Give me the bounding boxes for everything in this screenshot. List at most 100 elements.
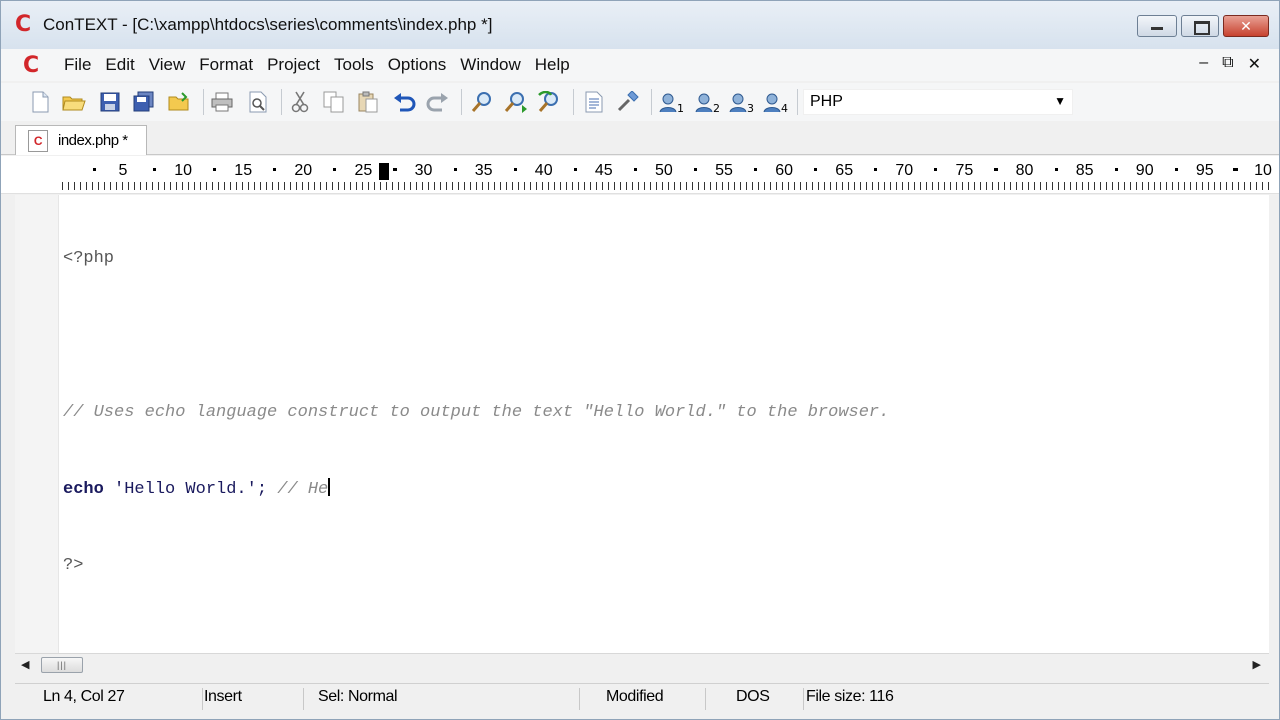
code-text[interactable]: <?php // Uses echo language construct to… (63, 195, 889, 630)
save-all-icon[interactable] (131, 89, 157, 115)
scrollbar-thumb[interactable]: ||| (41, 657, 83, 673)
status-file-size: File size: 116 (806, 688, 894, 705)
ruler-numbers: 5 10 15 20 25 30 35 40 45 50 55 60 65 70 75 80 85 90 95 10 (1, 162, 1279, 180)
window-title: ConTEXT - [C:\xampp\htdocs\series\commen… (43, 15, 493, 34)
ruler-number: 80 (1015, 162, 1034, 179)
menu-file[interactable]: File (57, 55, 98, 75)
ruler-dot (1114, 168, 1118, 171)
code-comment: // Uses echo language construct to outpu… (63, 402, 890, 422)
print-icon[interactable] (209, 89, 235, 115)
ruler-number: 30 (414, 162, 433, 179)
ruler-number: 35 (474, 162, 493, 179)
tab-label: index.php * (58, 132, 128, 149)
settings-icon[interactable] (615, 89, 641, 115)
replace-icon[interactable] (537, 89, 563, 115)
ruler-dot (153, 168, 157, 171)
code-line-3: // Uses echo language construct to outpu… (63, 400, 889, 426)
tab-index-php[interactable]: C index.php * (15, 125, 147, 155)
ruler-number: 70 (895, 162, 914, 179)
code-editor[interactable]: <?php // Uses echo language construct to… (15, 195, 1269, 653)
menu-window[interactable]: Window (453, 55, 527, 75)
toolbar: 1 2 3 4 PHP ▼ (1, 83, 1279, 121)
copy-icon[interactable] (321, 89, 347, 115)
maximize-button[interactable] (1181, 15, 1219, 37)
code-keyword: echo (63, 479, 104, 499)
ruler-dot (453, 168, 457, 171)
menu-project[interactable]: Project (260, 55, 327, 75)
scroll-right-icon[interactable]: ▶ (1253, 658, 1261, 671)
menu-view[interactable]: View (142, 55, 193, 75)
scroll-left-icon[interactable]: ◀ (21, 658, 29, 671)
chevron-down-icon[interactable]: ▼ (1054, 94, 1066, 108)
ruler-dot (213, 168, 217, 171)
ruler-dot (1174, 168, 1178, 171)
highlighter-value: PHP (810, 93, 843, 110)
file-list-icon[interactable] (581, 89, 607, 115)
php-close-tag: ?> (63, 556, 84, 576)
document-restore-button[interactable]: ⧉ (1222, 54, 1233, 74)
ruler-ticks (62, 182, 1272, 190)
redo-icon[interactable] (425, 89, 451, 115)
highlighter-select[interactable]: PHP ▼ (803, 89, 1073, 115)
code-line-1: <?php (63, 246, 889, 272)
ruler-number: 5 (118, 162, 128, 179)
menu-tools[interactable]: Tools (327, 55, 381, 75)
menu-help[interactable]: Help (528, 55, 577, 75)
svg-text:4: 4 (781, 102, 788, 113)
user-command-3-icon[interactable]: 3 (729, 89, 757, 115)
file-icon: C (28, 130, 48, 152)
ruler-dot (814, 168, 818, 171)
ruler-number: 65 (835, 162, 854, 179)
php-open-tag: <?php (63, 249, 115, 269)
document-minimize-button[interactable]: – (1199, 54, 1208, 74)
menu-format[interactable]: Format (192, 55, 260, 75)
save-icon[interactable] (97, 89, 123, 115)
user-command-2-icon[interactable]: 2 (695, 89, 723, 115)
ruler-number: 10 (1254, 162, 1272, 179)
menu-options[interactable]: Options (381, 55, 454, 75)
ruler-dot (573, 168, 577, 171)
ruler-dot (934, 168, 938, 171)
ruler-number: 50 (654, 162, 673, 179)
menu-edit[interactable]: Edit (98, 55, 141, 75)
document-close-button[interactable]: ✕ (1248, 54, 1261, 74)
status-modified: Modified (606, 688, 706, 710)
ruler-dot (513, 168, 517, 171)
svg-text:2: 2 (713, 102, 720, 113)
ruler-number: 95 (1195, 162, 1214, 179)
ruler-dot (633, 168, 637, 171)
ruler-number: 55 (715, 162, 733, 179)
user-command-1-icon[interactable]: 1 (659, 89, 687, 115)
horizontal-scrollbar[interactable]: ◀ ||| ▶ (15, 653, 1269, 675)
undo-icon[interactable] (391, 89, 417, 115)
close-button[interactable] (1223, 15, 1269, 37)
app-window: C ConTEXT - [C:\xampp\htdocs\series\comm… (0, 0, 1280, 720)
ruler-number: 10 (174, 162, 192, 179)
find-next-icon[interactable] (503, 89, 529, 115)
cut-icon[interactable] (287, 89, 313, 115)
document-system-menu-icon[interactable]: C (23, 53, 39, 78)
editor-gutter (15, 195, 59, 653)
ruler-dot (874, 168, 878, 171)
ruler-cursor-marker (379, 163, 389, 180)
ruler-number: 90 (1135, 162, 1154, 179)
ruler-dot (393, 168, 397, 171)
ruler-dot (273, 168, 277, 171)
ruler-dot (1233, 168, 1236, 171)
ruler: 5 10 15 20 25 30 35 40 45 50 55 60 65 70 75 80 85 90 95 10 (1, 156, 1279, 194)
new-file-icon[interactable] (27, 89, 53, 115)
ruler-dot (333, 168, 337, 171)
ruler-number: 40 (534, 162, 553, 179)
status-line-endings: DOS (736, 688, 804, 710)
open-project-icon[interactable] (167, 89, 193, 115)
ruler-number: 25 (354, 162, 373, 179)
find-icon[interactable] (469, 89, 495, 115)
ruler-number: 45 (594, 162, 613, 179)
user-command-4-icon[interactable]: 4 (763, 89, 791, 115)
open-folder-icon[interactable] (61, 89, 87, 115)
print-preview-icon[interactable] (245, 89, 271, 115)
minimize-button[interactable] (1137, 15, 1177, 37)
status-selection-mode: Sel: Normal (318, 688, 580, 710)
ruler-number: 15 (234, 162, 253, 179)
paste-icon[interactable] (355, 89, 381, 115)
